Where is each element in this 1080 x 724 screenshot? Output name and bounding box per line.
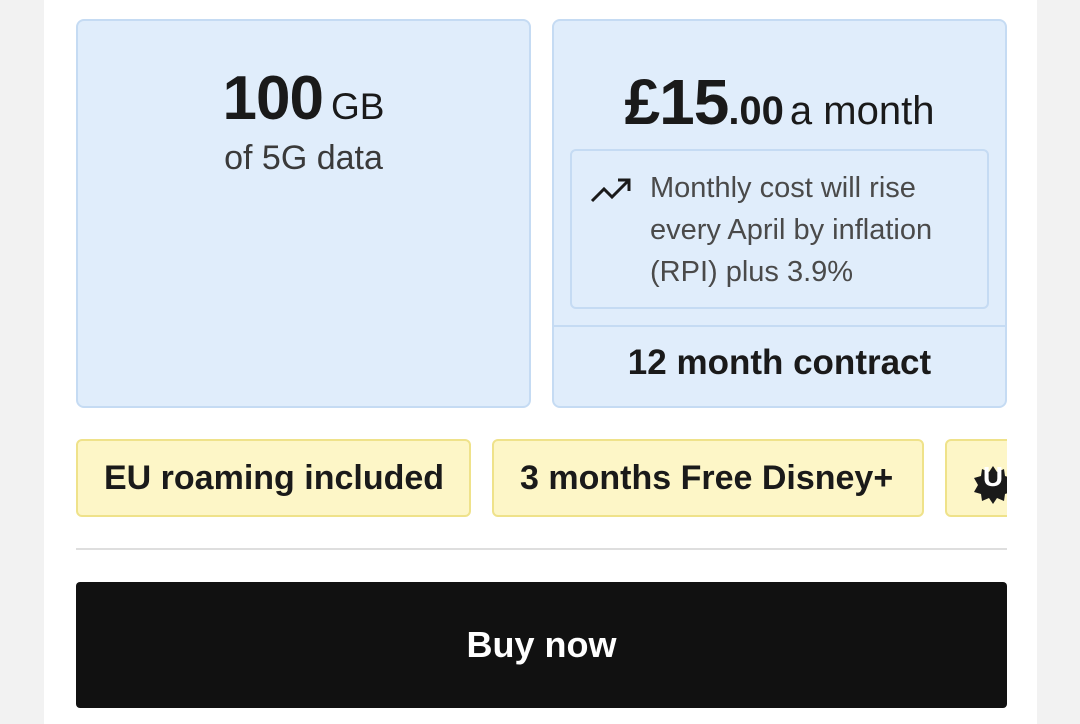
price-whole: £15 [624, 66, 730, 138]
data-allowance-card: 100 GB of 5G data [76, 19, 531, 408]
buy-now-button[interactable]: Buy now [76, 582, 1007, 708]
price-decimal: .00 [728, 89, 784, 133]
data-subtitle: of 5G data [224, 139, 383, 177]
data-amount-unit: GB [330, 86, 385, 127]
perk-partial[interactable]: U [945, 439, 1007, 517]
plan-card: 100 GB of 5G data £15.00 a month Monthly c… [44, 0, 1037, 724]
contract-length: 12 month contract [627, 343, 932, 382]
data-amount-value: 100 [222, 64, 324, 133]
card-divider [554, 325, 1005, 327]
trending-up-icon [590, 178, 631, 203]
section-divider [76, 548, 1007, 550]
badge-letter: U [982, 461, 1004, 493]
price-rise-notice: Monthly cost will rise every April by in… [570, 149, 989, 309]
price-period: a month [789, 89, 935, 133]
price-card: £15.00 a month Monthly cost will rise eve… [552, 19, 1007, 408]
perk-eu-roaming[interactable]: EU roaming included [76, 439, 471, 517]
perks-carousel[interactable]: EU roaming included 3 months Free Disney… [76, 439, 1007, 519]
data-amount: 100 GB [78, 63, 529, 134]
perk-disney-plus[interactable]: 3 months Free Disney+ [492, 439, 924, 517]
price-rise-text: Monthly cost will rise every April by in… [650, 172, 933, 288]
monthly-price: £15.00 a month [554, 65, 1005, 139]
badge-icon: U [973, 457, 1007, 505]
